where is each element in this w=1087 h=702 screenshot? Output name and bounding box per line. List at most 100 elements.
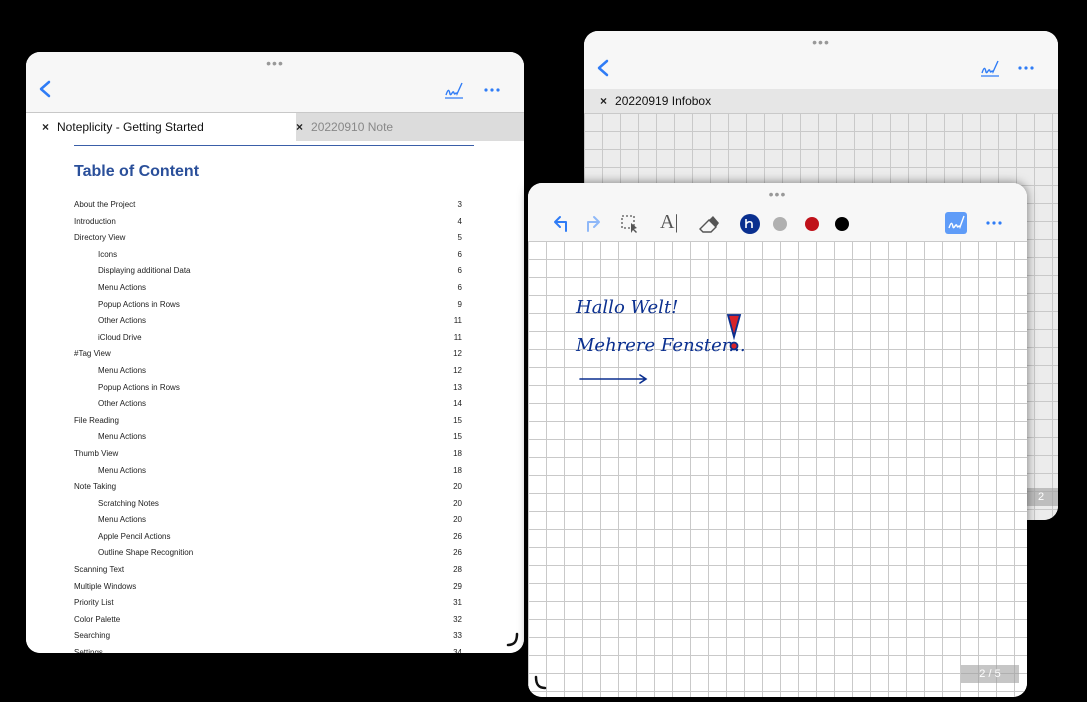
toc-title: Other Actions xyxy=(98,399,147,409)
toc-row[interactable]: Apple Pencil Actions 26 xyxy=(74,529,462,546)
toc-page-number: 18 xyxy=(453,465,462,475)
toc-page-number: 12 xyxy=(453,365,462,375)
toc-row[interactable]: Color Palette 32 xyxy=(74,612,462,629)
toc-row[interactable]: File Reading 15 xyxy=(74,413,462,430)
toc-row[interactable]: Menu Actions 15 xyxy=(74,429,462,446)
lasso-select-icon[interactable] xyxy=(620,214,640,234)
toc-row[interactable]: Priority List 31 xyxy=(74,595,462,612)
toc-row[interactable]: Menu Actions 12 xyxy=(74,363,462,380)
color-swatch-navy[interactable] xyxy=(738,212,762,236)
toc-title: File Reading xyxy=(74,415,119,425)
window-grabber[interactable]: ••• xyxy=(812,35,830,49)
toc-title: Multiple Windows xyxy=(74,581,137,591)
drawing-toolbar: ••• A| xyxy=(528,183,1027,241)
exclamation-doodle xyxy=(726,314,742,351)
toc-heading: Table of Content xyxy=(74,163,200,180)
toc-page-number: 20 xyxy=(453,498,462,508)
toc-row[interactable]: Scanning Text 28 xyxy=(74,562,462,579)
toc-row[interactable]: Thumb View 18 xyxy=(74,446,462,463)
undo-icon[interactable] xyxy=(552,215,570,233)
toc-row[interactable]: Directory View 5 xyxy=(74,230,462,247)
toc-title: Searching xyxy=(74,631,111,641)
toc-row[interactable]: Menu Actions 20 xyxy=(74,512,462,529)
toc-page-number: 3 xyxy=(457,200,462,209)
more-icon[interactable] xyxy=(986,221,1002,225)
more-icon[interactable] xyxy=(1018,66,1034,70)
toc-row[interactable]: Displaying additional Data 6 xyxy=(74,263,462,280)
toc-page-number: 18 xyxy=(453,448,462,458)
toc-page-number: 5 xyxy=(457,233,462,243)
redo-icon[interactable] xyxy=(584,215,602,233)
toc-title: Scratching Notes xyxy=(98,498,159,508)
pencil-mode-icon[interactable] xyxy=(444,81,464,99)
toc-page-number: 34 xyxy=(453,648,462,653)
toc-row[interactable]: Outline Shape Recognition 26 xyxy=(74,545,462,562)
toc-title: Introduction xyxy=(74,216,116,226)
toc-row[interactable]: Settings 34 xyxy=(74,645,462,653)
toc-row[interactable]: Menu Actions 18 xyxy=(74,463,462,480)
toc-page-number: 4 xyxy=(457,216,462,226)
tab-label: 20220910 Note xyxy=(311,120,394,134)
tab-note[interactable]: × 20220910 Note xyxy=(296,113,393,141)
back-chevron-icon[interactable] xyxy=(596,59,610,77)
toc-row[interactable]: Popup Actions in Rows 13 xyxy=(74,380,462,397)
toc-title: Popup Actions in Rows xyxy=(98,299,180,309)
toc-page-number: 9 xyxy=(457,299,462,309)
toc-title: Menu Actions xyxy=(98,465,147,475)
pencil-mode-active-icon[interactable] xyxy=(945,212,967,234)
text-tool-icon[interactable]: A| xyxy=(660,211,678,234)
color-swatch-red[interactable] xyxy=(804,216,820,232)
corner-resize-icon[interactable] xyxy=(506,632,520,648)
toc-row[interactable]: #Tag View 12 xyxy=(74,346,462,363)
header-rule xyxy=(74,145,474,146)
more-icon[interactable] xyxy=(484,88,500,92)
toc-row[interactable]: Note Taking 20 xyxy=(74,479,462,496)
toc-row[interactable]: Other Actions 14 xyxy=(74,396,462,413)
tab-getting-started[interactable]: × Noteplicity - Getting Started xyxy=(26,113,296,141)
notes-window-left: ••• × Noteplicity - Getting Started × 2022… xyxy=(26,52,524,653)
toc-title: Icons xyxy=(98,249,118,259)
tab-label: 20220919 Infobox xyxy=(615,94,712,108)
back-chevron-icon[interactable] xyxy=(38,80,52,98)
close-tab-icon[interactable]: × xyxy=(296,120,303,134)
handwriting-text: Mehrere Fenster... xyxy=(575,335,746,356)
toc-title: iCloud Drive xyxy=(98,332,142,342)
toc-page-number: 26 xyxy=(453,531,462,541)
toc-row[interactable]: Introduction 4 xyxy=(74,214,462,231)
toc-row[interactable]: Menu Actions 6 xyxy=(74,280,462,297)
toc-page-number: 13 xyxy=(453,382,462,392)
color-swatch-black[interactable] xyxy=(834,216,850,232)
close-tab-icon[interactable]: × xyxy=(42,120,49,134)
window-grabber[interactable]: ••• xyxy=(266,56,284,70)
toc-title: Color Palette xyxy=(74,614,121,624)
toc-row[interactable]: Icons 6 xyxy=(74,247,462,264)
toc-page-number: 20 xyxy=(453,482,462,492)
tab-bar: × Noteplicity - Getting Started × 20220910… xyxy=(26,112,524,141)
toc-row[interactable]: Searching 33 xyxy=(74,628,462,645)
tab-infobox[interactable]: × 20220919 Infobox xyxy=(600,89,711,113)
close-tab-icon[interactable]: × xyxy=(600,94,607,108)
toc-row[interactable]: Popup Actions in Rows 9 xyxy=(74,297,462,314)
toc-row[interactable]: About the Project 3 xyxy=(74,197,462,214)
toc-title: Thumb View xyxy=(74,448,119,458)
eraser-icon[interactable] xyxy=(698,214,720,234)
toolbar: ••• xyxy=(584,31,1058,89)
toc-row[interactable]: Other Actions 11 xyxy=(74,313,462,330)
toc-row[interactable]: Scratching Notes 20 xyxy=(74,496,462,513)
toc-title: Popup Actions in Rows xyxy=(98,382,180,392)
toc-page-number: 11 xyxy=(453,316,462,326)
corner-resize-icon[interactable] xyxy=(533,675,547,691)
document-page[interactable]: Table of Content About the Project 3 Intro… xyxy=(26,141,524,653)
toc-page-number: 15 xyxy=(453,415,462,425)
toolbar: ••• xyxy=(26,52,524,112)
pencil-mode-icon[interactable] xyxy=(980,59,1000,77)
toc-row[interactable]: Multiple Windows 29 xyxy=(74,579,462,596)
grid-canvas[interactable]: Hallo Welt! Mehrere Fenster... xyxy=(528,241,1027,697)
handwriting-text: Hallo Welt! xyxy=(575,297,678,318)
page-indicator: 2 / 5 xyxy=(961,665,1019,683)
toc-title: Outline Shape Recognition xyxy=(98,548,194,558)
color-swatch-gray[interactable] xyxy=(772,216,788,232)
window-grabber[interactable]: ••• xyxy=(769,187,787,201)
toc-row[interactable]: iCloud Drive 11 xyxy=(74,330,462,347)
toc-page-number: 15 xyxy=(453,432,462,442)
